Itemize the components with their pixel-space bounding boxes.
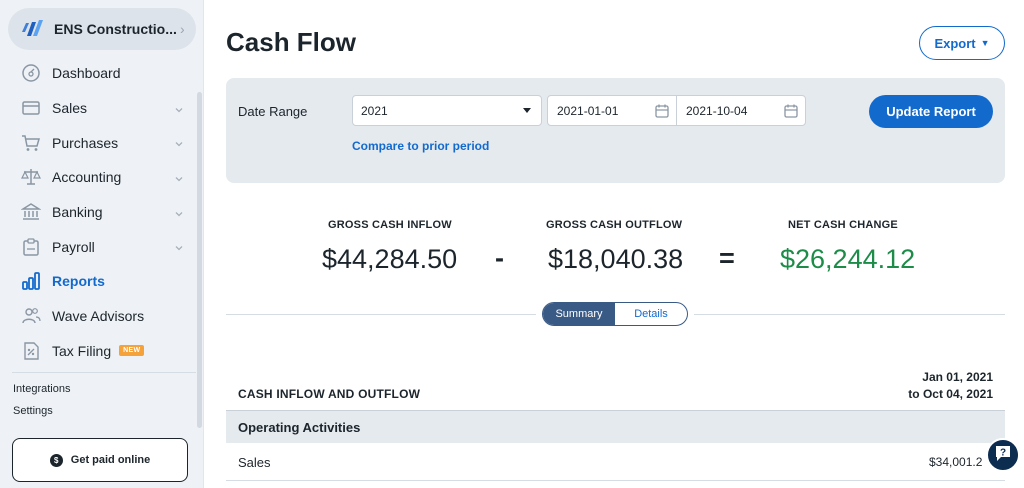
export-button[interactable]: Export ▼ xyxy=(919,26,1005,60)
chevron-down-icon[interactable] xyxy=(174,206,184,224)
export-label: Export xyxy=(934,35,976,51)
end-date-field[interactable]: 2021-10-04 xyxy=(676,95,806,126)
business-switcher[interactable]: ENS Constructio... › xyxy=(8,8,196,50)
cart-icon xyxy=(20,132,42,154)
end-date-value: 2021-10-04 xyxy=(686,104,748,118)
gross-outflow-value: $18,040.38 xyxy=(548,244,684,274)
sidebar-item-label: Dashboard xyxy=(52,65,121,82)
tax-icon xyxy=(20,340,42,362)
sales-icon xyxy=(20,97,42,119)
view-toggle: Summary Details xyxy=(542,302,688,326)
start-date-field[interactable]: 2021-01-01 xyxy=(547,95,677,126)
table-heading: CASH INFLOW AND OUTFLOW xyxy=(238,387,421,401)
sidebar-divider xyxy=(12,372,196,373)
sidebar-item-wave-advisors[interactable]: Wave Advisors xyxy=(0,299,196,334)
compare-prior-period-link[interactable]: Compare to prior period xyxy=(352,139,489,153)
date-range-value: 2021 xyxy=(361,104,388,118)
sidebar-item-label: Reports xyxy=(52,273,105,290)
sidebar-item-payroll[interactable]: Payroll xyxy=(0,229,196,264)
sidebar-item-purchases[interactable]: Purchases xyxy=(0,125,196,160)
help-question-icon: ? xyxy=(993,443,1013,468)
new-badge: NEW xyxy=(119,345,145,357)
update-report-button[interactable]: Update Report xyxy=(869,95,993,128)
report-period: Jan 01, 2021 to Oct 04, 2021 xyxy=(908,369,993,403)
row-divider xyxy=(226,480,1005,481)
net-change-label: NET CASH CHANGE xyxy=(788,219,898,231)
bank-icon xyxy=(20,201,42,223)
main-nav: Dashboard Sales Purchases Accounting Ban… xyxy=(0,56,196,368)
equals-sign: = xyxy=(719,243,735,273)
svg-text:?: ? xyxy=(1000,447,1006,458)
summary-tab[interactable]: Summary xyxy=(543,303,615,325)
section-header-operating: Operating Activities xyxy=(226,410,1005,443)
sidebar-item-label: Accounting xyxy=(52,169,122,186)
help-chat-button[interactable]: ? xyxy=(986,438,1020,472)
dashboard-icon xyxy=(20,62,42,84)
divider xyxy=(694,314,1005,315)
sidebar-item-label: Sales xyxy=(52,100,88,117)
wave-logo-icon xyxy=(20,17,44,41)
chevron-down-icon[interactable] xyxy=(174,136,184,154)
sidebar-item-label: Purchases xyxy=(52,134,119,151)
get-paid-label: Get paid online xyxy=(70,454,151,466)
page-title: Cash Flow xyxy=(226,27,357,57)
sidebar-item-label: Banking xyxy=(52,204,103,221)
calendar-icon[interactable] xyxy=(654,103,670,119)
bar-chart-icon xyxy=(20,270,42,292)
sidebar-item-dashboard[interactable]: Dashboard xyxy=(0,56,196,91)
details-tab[interactable]: Details xyxy=(615,303,687,325)
sidebar-item-reports[interactable]: Reports xyxy=(0,264,196,299)
sidebar-item-label: Tax Filing xyxy=(52,342,112,359)
sidebar-item-label: Wave Advisors xyxy=(52,308,145,325)
sidebar-item-sales[interactable]: Sales xyxy=(0,91,196,126)
business-name: ENS Constructio... xyxy=(54,21,176,37)
calendar-icon[interactable] xyxy=(783,103,799,119)
gross-inflow-value: $44,284.50 xyxy=(322,244,458,274)
net-change-value: $26,244.12 xyxy=(780,244,916,274)
minus-sign: - xyxy=(495,243,504,273)
payroll-icon xyxy=(20,236,42,258)
chevron-right-icon: › xyxy=(180,21,185,37)
chevron-down-icon[interactable] xyxy=(174,171,184,189)
row-value-sales: $34,001.2 xyxy=(929,455,983,469)
chevron-down-icon[interactable] xyxy=(174,102,184,120)
gross-inflow-label: GROSS CASH INFLOW xyxy=(328,219,452,231)
integrations-link[interactable]: Integrations xyxy=(13,383,70,395)
sidebar-scrollbar[interactable] xyxy=(197,92,202,428)
divider xyxy=(226,314,536,315)
start-date-value: 2021-01-01 xyxy=(557,104,619,118)
sidebar-item-accounting[interactable]: Accounting xyxy=(0,160,196,195)
caret-down-icon: ▼ xyxy=(980,38,990,48)
period-end: to Oct 04, 2021 xyxy=(908,387,993,401)
sidebar-item-label: Payroll xyxy=(52,238,95,255)
scales-icon xyxy=(20,166,42,188)
report-filters: Date Range 2021 2021-01-01 2021-10-04 Co… xyxy=(226,78,1005,183)
sidebar-item-tax-filing[interactable]: Tax Filing NEW xyxy=(0,334,196,369)
date-range-label: Date Range xyxy=(238,104,308,119)
get-paid-online-button[interactable]: $ Get paid online xyxy=(12,438,188,482)
date-range-select[interactable]: 2021 xyxy=(352,95,542,126)
period-start: Jan 01, 2021 xyxy=(922,370,993,384)
sidebar-item-banking[interactable]: Banking xyxy=(0,195,196,230)
caret-down-icon xyxy=(523,108,531,113)
people-icon xyxy=(20,305,42,327)
row-label-sales: Sales xyxy=(238,455,271,470)
sidebar: ENS Constructio... › Dashboard Sales Pur… xyxy=(0,0,204,488)
chevron-down-icon[interactable] xyxy=(174,240,184,258)
settings-link[interactable]: Settings xyxy=(13,405,53,417)
gross-outflow-label: GROSS CASH OUTFLOW xyxy=(546,219,683,231)
dollar-icon: $ xyxy=(49,453,63,467)
